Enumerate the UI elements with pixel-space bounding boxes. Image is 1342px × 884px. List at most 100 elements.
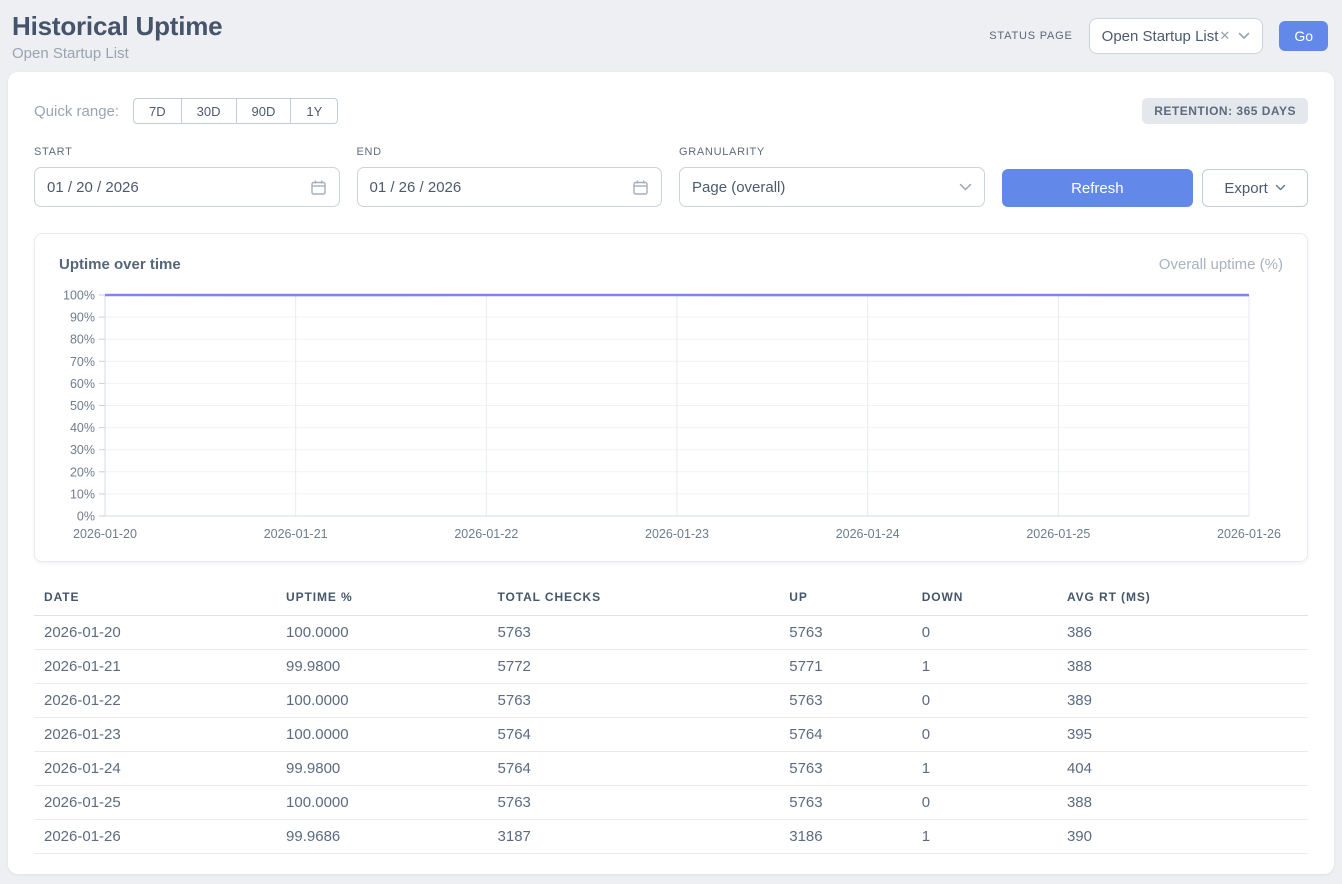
quick-range-row: Quick range: 7D30D90D1Y RETENTION: 365 D… — [34, 98, 1308, 124]
chevron-down-icon — [1275, 184, 1286, 192]
refresh-button[interactable]: Refresh — [1002, 169, 1194, 207]
table-cell: 3187 — [488, 820, 780, 854]
export-button-label: Export — [1224, 180, 1267, 197]
granularity-field: GRANULARITY Page (overall) — [679, 146, 985, 207]
table-cell: 2026-01-24 — [34, 752, 276, 786]
table-cell: 5763 — [488, 616, 780, 650]
table-cell: 5763 — [779, 616, 911, 650]
svg-text:2026-01-26: 2026-01-26 — [1217, 527, 1281, 541]
granularity-label: GRANULARITY — [679, 146, 985, 158]
table-cell: 2026-01-21 — [34, 650, 276, 684]
status-page-label: STATUS PAGE — [989, 30, 1072, 42]
table-header-cell: TOTAL CHECKS — [488, 586, 780, 616]
svg-text:20%: 20% — [70, 465, 95, 479]
svg-text:50%: 50% — [70, 399, 95, 413]
end-field: END — [357, 146, 663, 207]
svg-text:60%: 60% — [70, 377, 95, 391]
table-cell: 388 — [1057, 786, 1308, 820]
table-cell: 5764 — [488, 752, 780, 786]
table-row: 2026-01-23100.0000576457640395 — [34, 718, 1308, 752]
table-cell: 5771 — [779, 650, 911, 684]
table-cell: 1 — [912, 820, 1057, 854]
start-label: START — [34, 146, 340, 158]
calendar-icon[interactable] — [632, 179, 649, 196]
table-cell: 404 — [1057, 752, 1308, 786]
topbar-controls: STATUS PAGE Open Startup List ✕ Go — [989, 18, 1328, 54]
table-cell: 2026-01-20 — [34, 616, 276, 650]
svg-text:2026-01-22: 2026-01-22 — [454, 527, 518, 541]
table-cell: 99.9800 — [276, 752, 487, 786]
start-date-input[interactable] — [47, 179, 302, 196]
table-row: 2026-01-2499.9800576457631404 — [34, 752, 1308, 786]
table-cell: 99.9800 — [276, 650, 487, 684]
table-cell: 3186 — [779, 820, 911, 854]
svg-text:70%: 70% — [70, 355, 95, 369]
chevron-down-icon — [1238, 32, 1250, 40]
table-cell: 395 — [1057, 718, 1308, 752]
table-header-row: DATEUPTIME %TOTAL CHECKSUPDOWNAVG RT (MS… — [34, 586, 1308, 616]
table-cell: 389 — [1057, 684, 1308, 718]
end-input-wrap — [357, 167, 663, 207]
granularity-select-value: Page (overall) — [692, 179, 785, 196]
quick-range-30d[interactable]: 30D — [181, 98, 237, 124]
clear-icon[interactable]: ✕ — [1219, 28, 1230, 44]
table-cell: 2026-01-22 — [34, 684, 276, 718]
chart-card-header: Uptime over time Overall uptime (%) — [59, 256, 1283, 273]
quick-range-label: Quick range: — [34, 103, 119, 120]
table-row: 2026-01-2199.9800577257711388 — [34, 650, 1308, 684]
quick-range-7d[interactable]: 7D — [133, 98, 182, 124]
granularity-select[interactable]: Page (overall) — [679, 167, 985, 207]
table-row: 2026-01-2699.9686318731861390 — [34, 820, 1308, 854]
filters-row: START END GRANULARITY Page (overall) — [34, 146, 1308, 207]
table-cell: 5763 — [488, 786, 780, 820]
topbar: Historical Uptime Open Startup List STAT… — [0, 0, 1342, 72]
export-button[interactable]: Export — [1202, 169, 1308, 207]
svg-text:2026-01-24: 2026-01-24 — [836, 527, 900, 541]
chart-legend: Overall uptime (%) — [1159, 256, 1283, 273]
svg-text:0%: 0% — [77, 510, 95, 524]
svg-text:2026-01-23: 2026-01-23 — [645, 527, 709, 541]
svg-text:10%: 10% — [70, 487, 95, 501]
uptime-table: DATEUPTIME %TOTAL CHECKSUPDOWNAVG RT (MS… — [34, 586, 1308, 854]
table-cell: 100.0000 — [276, 718, 487, 752]
table-cell: 100.0000 — [276, 684, 487, 718]
uptime-table-body: 2026-01-20100.00005763576303862026-01-21… — [34, 616, 1308, 854]
table-cell: 0 — [912, 786, 1057, 820]
table-cell: 99.9686 — [276, 820, 487, 854]
table-header-cell: DOWN — [912, 586, 1057, 616]
svg-text:2026-01-25: 2026-01-25 — [1026, 527, 1090, 541]
uptime-table-head: DATEUPTIME %TOTAL CHECKSUPDOWNAVG RT (MS… — [34, 586, 1308, 616]
table-header-cell: DATE — [34, 586, 276, 616]
chevron-down-icon — [959, 183, 972, 192]
table-cell: 2026-01-26 — [34, 820, 276, 854]
chart-title: Uptime over time — [59, 256, 181, 273]
table-cell: 100.0000 — [276, 786, 487, 820]
table-cell: 2026-01-25 — [34, 786, 276, 820]
start-field: START — [34, 146, 340, 207]
svg-text:40%: 40% — [70, 421, 95, 435]
table-row: 2026-01-22100.0000576357630389 — [34, 684, 1308, 718]
table-cell: 1 — [912, 650, 1057, 684]
svg-text:90%: 90% — [70, 311, 95, 325]
start-input-wrap — [34, 167, 340, 207]
table-header-cell: AVG RT (MS) — [1057, 586, 1308, 616]
quick-range-90d[interactable]: 90D — [236, 98, 292, 124]
go-button[interactable]: Go — [1279, 21, 1328, 51]
table-cell: 1 — [912, 752, 1057, 786]
calendar-icon[interactable] — [310, 179, 327, 196]
table-cell: 390 — [1057, 820, 1308, 854]
table-cell: 0 — [912, 684, 1057, 718]
table-cell: 388 — [1057, 650, 1308, 684]
end-date-input[interactable] — [370, 179, 625, 196]
table-cell: 386 — [1057, 616, 1308, 650]
status-page-select[interactable]: Open Startup List ✕ — [1089, 18, 1264, 54]
quick-range-1y[interactable]: 1Y — [290, 98, 338, 124]
uptime-chart: 0%10%20%30%40%50%60%70%80%90%100%2026-01… — [59, 279, 1285, 543]
main-panel: Quick range: 7D30D90D1Y RETENTION: 365 D… — [8, 72, 1334, 874]
page-title: Historical Uptime — [12, 11, 222, 42]
table-row: 2026-01-25100.0000576357630388 — [34, 786, 1308, 820]
chart-card: Uptime over time Overall uptime (%) 0% 10… — [34, 233, 1308, 562]
page-heading: Historical Uptime Open Startup List — [12, 11, 222, 62]
svg-text:30%: 30% — [70, 443, 95, 457]
table-cell: 5763 — [779, 786, 911, 820]
